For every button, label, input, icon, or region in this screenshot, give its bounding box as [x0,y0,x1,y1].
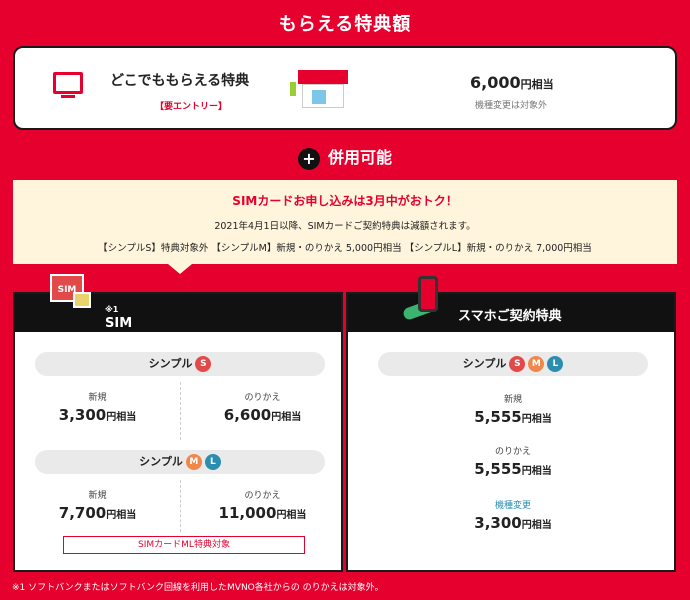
plan-simple-ml-pill: シンプル M L [35,450,325,474]
anywhere-benefit-card: どこでももらえる特典 【要エントリー】 6,000円相当 機種変更は対象外 [13,46,677,130]
ml-note: SIMカードML特典対象 [63,536,305,554]
smartphone-benefit-header: スマホご契約特典 [348,276,674,332]
notice-line3: 【シンプルS】特典対象外 【シンプルM】新規・のりかえ 5,000円相当 【シン… [98,243,592,254]
device-change-label: 機種変更 [494,501,531,511]
switch-label: のりかえ [494,447,531,457]
page-title: もらえる特典額 [278,14,412,35]
badge-m: M [528,356,545,372]
notice-headline: SIMカードお申し込みは3月中がおトク！ [232,194,458,208]
device-change-value: 3,300円相当 [474,514,552,532]
p2-switch-label: のりかえ [244,491,281,501]
smartphone-benefit-panel: スマホご契約特典 シンプル S M L 新規 5,555円相当 のりかえ 5,555円… [346,276,676,572]
anywhere-benefit-amount: 6,000円相当 [470,73,554,92]
new-label: 新規 [503,395,522,405]
entry-required-label: 【要エントリー】 [155,102,228,112]
badge-s: S [509,356,526,372]
sim-chip-icon [73,292,91,308]
sim-notice: SIMカードお申し込みは3月中がおトク！ 2021年4月1日以降、SIMカードご… [13,180,677,264]
sim-benefit-panel: SIM SIMカードご契約特典※1 シンプルS 新規 3,300円相当 のりかえ… [13,274,343,572]
store-icon [290,68,350,108]
p2-switch-value: 11,000円相当 [218,504,307,522]
badge-l: L [204,454,221,470]
plan-simple-s-pill: シンプル S [35,352,325,376]
p2-new-value: 7,700円相当 [58,504,137,522]
p1-switch-value: 6,600円相当 [223,406,302,424]
footnote: ※1 ソフトバンクまたはソフトバンク回線を利用したMVNO各社からの のりかえは… [12,583,384,593]
badge-l: L [547,356,564,372]
badge-s: S [195,356,212,372]
p2-new-label: 新規 [88,491,107,501]
badge-m: M [185,454,202,470]
new-value: 5,555円相当 [474,408,552,426]
combinable-label: + 併用可能 [0,144,690,170]
sim-benefit-header: SIM SIMカードご契約特典※1 [15,274,341,407]
tv-icon [53,72,83,94]
p1-switch-label: のりかえ [244,393,281,403]
anywhere-benefit-title: どこでももらえる特典 [110,73,250,89]
notice-pointer [168,264,192,274]
tv-stand [61,95,75,98]
p1-new-value: 3,300円相当 [58,406,137,424]
p1-new-label: 新規 [88,393,107,403]
plan-simple-sml-pill: シンプル S M L [378,352,648,376]
plus-icon: + [297,147,320,170]
device-change-note: 機種変更は対象外 [475,101,548,111]
smartphone-icon [418,276,438,312]
notice-line2: 2021年4月1日以降、SIMカードご契約特典は減額されます。 [214,221,476,232]
switch-value: 5,555円相当 [474,460,552,478]
